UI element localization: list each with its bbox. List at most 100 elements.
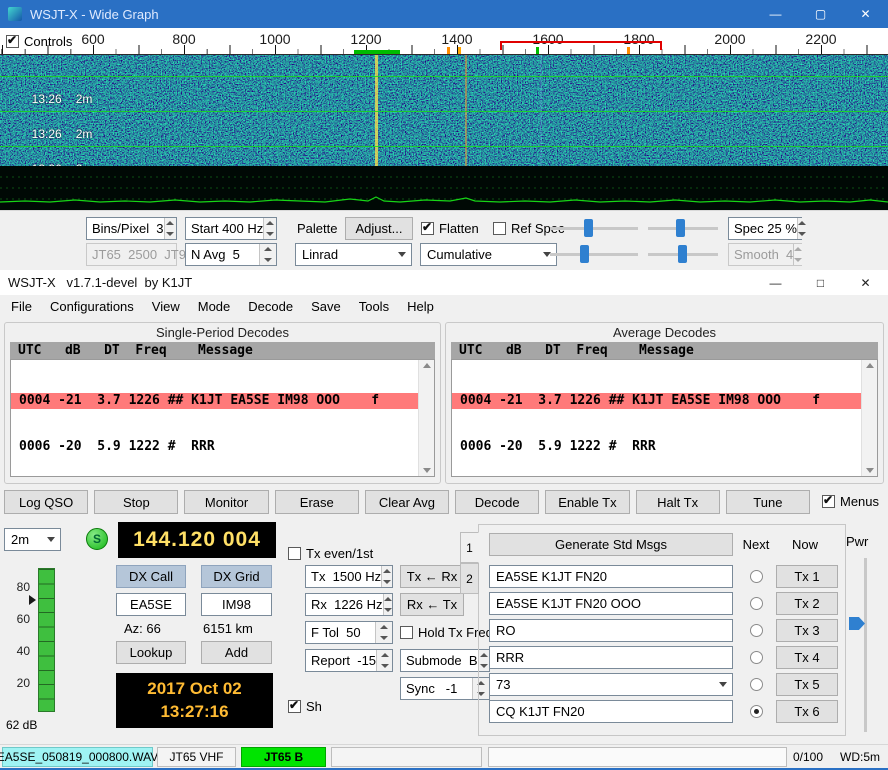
decode-text-area[interactable]: 0004 -21 3.7 1226 ## K1JT EA5SE IM98 OOO… [10,359,435,477]
checkbox-box[interactable] [493,222,506,235]
menu-tools[interactable]: Tools [350,296,398,317]
start-freq-spinbox[interactable]: Start 400 Hz [185,217,277,240]
zero-slider[interactable] [648,218,718,238]
spinner-arrows-icon[interactable] [263,218,276,239]
rx-freq-spinbox[interactable]: Rx 1226 Hz [305,593,393,616]
tx2-now-button[interactable]: Tx 2 [776,592,838,615]
monitor-button[interactable]: Monitor [184,490,268,514]
report-spinbox[interactable]: Report -15 [305,649,393,672]
checkbox-box[interactable] [288,547,301,560]
halt-tx-button[interactable]: Halt Tx [636,490,720,514]
checkbox-box[interactable] [421,222,434,235]
spinner-arrows-icon[interactable] [375,622,392,643]
f-tol-spinbox[interactable]: F Tol 50 [305,621,393,644]
pwr-slider-groove[interactable] [864,558,867,732]
checkbox-box[interactable] [288,700,301,713]
tx5-message-combobox[interactable]: 73 [489,673,733,696]
scroll-up-icon[interactable] [423,363,431,368]
checkbox-box[interactable] [400,626,413,639]
menus-checkbox[interactable]: Menus [822,494,879,509]
frequency-scale[interactable]: Controls 600 800 1000 1200 1400 1600 180… [0,28,888,55]
zero2-slider[interactable] [648,244,718,264]
decode-row[interactable]: 0004 -21 3.7 1226 ## K1JT EA5SE IM98 OOO… [11,393,434,409]
maximize-icon[interactable]: □ [798,270,843,295]
tx2-next-radio[interactable] [750,597,763,610]
stop-button[interactable]: Stop [94,490,178,514]
close-icon[interactable]: ✕ [843,0,888,28]
sh-checkbox[interactable]: Sh [288,699,322,714]
tx6-next-radio[interactable] [750,705,763,718]
slider-handle[interactable] [584,219,593,237]
tx3-message-field[interactable]: RO [489,619,733,642]
wide-graph-titlebar[interactable]: WSJT-X - Wide Graph — ▢ ✕ [0,0,888,28]
pwr-slider-handle[interactable] [849,617,865,630]
menu-file[interactable]: File [2,296,41,317]
add-button[interactable]: Add [201,641,272,664]
minimize-icon[interactable]: — [753,0,798,28]
slider-handle[interactable] [676,219,685,237]
maximize-icon[interactable]: ▢ [798,0,843,28]
spinner-arrows-icon[interactable] [164,218,176,239]
menu-configurations[interactable]: Configurations [41,296,143,317]
menu-mode[interactable]: Mode [189,296,240,317]
waterfall-display[interactable]: 13:262m 13:262m 13:262m [0,55,888,166]
dx-call-field[interactable]: EA5SE [116,593,186,616]
checkbox-box[interactable] [822,495,835,508]
generate-std-msgs-button[interactable]: Generate Std Msgs [489,533,733,556]
n-avg-spinbox[interactable]: N Avg 5 [185,243,277,266]
close-icon[interactable]: ✕ [843,270,888,295]
tx1-now-button[interactable]: Tx 1 [776,565,838,588]
tab-1[interactable]: 1 [460,532,479,563]
dx-call-button[interactable]: DX Call [116,565,186,588]
menu-view[interactable]: View [143,296,189,317]
tx6-message-field[interactable]: CQ K1JT FN20 [489,700,733,723]
gain-slider[interactable] [550,218,638,238]
log-qso-button[interactable]: Log QSO [4,490,88,514]
spinner-arrows-icon[interactable] [383,594,392,615]
decode-text-area[interactable]: 0004 -21 3.7 1226 ## K1JT EA5SE IM98 OOO… [451,359,878,477]
decode-row[interactable]: 0006 -20 5.9 1222 # RRR [452,439,877,455]
tune-button[interactable]: Tune [726,490,810,514]
tx6-now-button[interactable]: Tx 6 [776,700,838,723]
tx-even-checkbox[interactable]: Tx even/1st [288,546,373,561]
scroll-down-icon[interactable] [423,468,431,473]
spinner-arrows-icon[interactable] [381,566,392,587]
sync-spinbox[interactable]: Sync -1 [400,677,490,700]
flatten-checkbox[interactable]: Flatten [421,221,479,236]
erase-button[interactable]: Erase [275,490,359,514]
rig-status-indicator[interactable]: S [86,528,108,550]
scroll-down-icon[interactable] [866,468,874,473]
scroll-up-icon[interactable] [866,363,874,368]
minimize-icon[interactable]: — [753,270,798,295]
tx-from-rx-button[interactable]: Tx ← Rx [400,565,464,588]
tx5-now-button[interactable]: Tx 5 [776,673,838,696]
decode-row[interactable]: 0006 -20 5.9 1222 # RRR [11,439,434,455]
dx-grid-button[interactable]: DX Grid [201,565,272,588]
tx1-next-radio[interactable] [750,570,763,583]
decode-row[interactable]: 0004 -21 3.7 1226 ## K1JT EA5SE IM98 OOO… [452,393,877,409]
scrollbar[interactable] [418,360,434,476]
palette-combobox[interactable]: Linrad [295,243,412,266]
spinner-arrows-icon[interactable] [376,650,392,671]
tx3-now-button[interactable]: Tx 3 [776,619,838,642]
spinner-arrows-icon[interactable] [259,244,276,265]
main-titlebar[interactable]: WSJT-X v1.7.1-devel by K1JT — □ ✕ [0,270,888,295]
tx4-message-field[interactable]: RRR [489,646,733,669]
tx1-message-field[interactable]: EA5SE K1JT FN20 [489,565,733,588]
menu-save[interactable]: Save [302,296,350,317]
tx3-next-radio[interactable] [750,624,763,637]
tx-freq-spinbox[interactable]: Tx 1500 Hz [305,565,393,588]
adjust-button[interactable]: Adjust... [345,217,413,240]
submode-spinbox[interactable]: Submode B [400,649,490,672]
slider-handle[interactable] [678,245,687,263]
menu-help[interactable]: Help [398,296,443,317]
tx4-now-button[interactable]: Tx 4 [776,646,838,669]
clear-avg-button[interactable]: Clear Avg [365,490,449,514]
menu-decode[interactable]: Decode [239,296,302,317]
rx-from-tx-button[interactable]: Rx ← Tx [400,593,464,616]
slider-handle[interactable] [580,245,589,263]
spec-percent-spinbox[interactable]: Spec 25 % [728,217,802,240]
scrollbar[interactable] [861,360,877,476]
gain2-slider[interactable] [550,244,638,264]
decode-button[interactable]: Decode [455,490,539,514]
